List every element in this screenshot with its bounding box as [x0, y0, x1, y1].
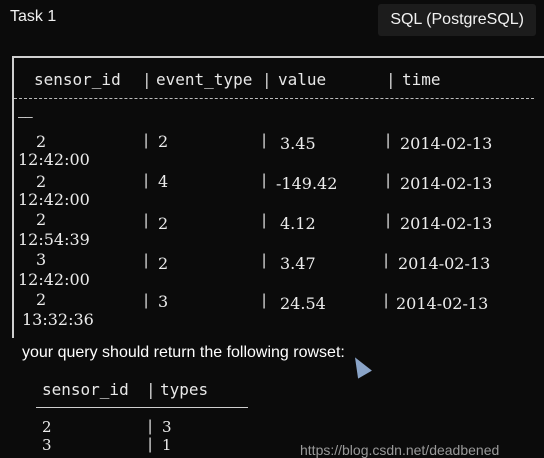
- cell-clock: 12:42:00: [18, 190, 90, 209]
- cell-date: 2014-02-13: [400, 174, 493, 193]
- cell-value: 3.47: [280, 254, 316, 273]
- col-header-time: time: [402, 70, 441, 89]
- col-separator: |: [148, 418, 153, 435]
- cell-clock: 12:42:00: [18, 150, 90, 169]
- result-col-header-types: types: [160, 380, 209, 399]
- header-divider-dashes: ——: [18, 110, 33, 125]
- result-cell-sensor-id: 3: [42, 436, 52, 454]
- instruction-text: your query should return the following r…: [22, 344, 345, 361]
- language-selector[interactable]: SQL (PostgreSQL): [378, 4, 536, 36]
- col-header-event-type: event_type: [156, 70, 253, 89]
- cell-event-type: 2: [158, 132, 169, 151]
- col-separator: |: [386, 132, 391, 149]
- col-separator: |: [262, 212, 267, 229]
- cell-date: 2014-02-13: [396, 294, 489, 313]
- cell-value: 3.45: [280, 134, 316, 153]
- cell-sensor-id: 2: [36, 172, 47, 191]
- cell-date: 2014-02-13: [400, 134, 493, 153]
- cell-event-type: 2: [158, 214, 169, 233]
- cell-sensor-id: 2: [36, 210, 47, 229]
- cell-event-type: 4: [158, 172, 169, 191]
- col-header-sensor-id: sensor_id: [34, 70, 121, 89]
- col-separator: |: [384, 292, 389, 309]
- mouse-cursor-icon: [348, 353, 372, 379]
- task-title: Task 1: [10, 8, 57, 25]
- cell-date: 2014-02-13: [400, 214, 493, 233]
- cell-sensor-id: 3: [36, 250, 47, 269]
- result-header-divider: [36, 407, 248, 408]
- col-separator: |: [144, 132, 149, 149]
- col-separator: |: [384, 252, 389, 269]
- result-col-header-sensor-id: sensor_id: [42, 380, 129, 399]
- col-separator: |: [262, 292, 267, 309]
- cell-sensor-id: 2: [36, 290, 47, 309]
- cell-clock: 12:54:39: [18, 230, 90, 249]
- col-separator: |: [386, 70, 396, 89]
- cell-date: 2014-02-13: [398, 254, 491, 273]
- result-cell-sensor-id: 2: [42, 418, 52, 436]
- col-separator: |: [142, 70, 152, 89]
- col-separator: |: [262, 132, 267, 149]
- col-separator: |: [144, 172, 149, 189]
- cell-value: 24.54: [280, 294, 326, 313]
- cell-event-type: 2: [158, 254, 169, 273]
- cell-event-type: 3: [158, 292, 169, 311]
- watermark-text: https://blog.csdn.net/deadbened: [300, 442, 500, 458]
- cell-clock: 13:32:36: [22, 310, 94, 329]
- cell-clock: 12:42:00: [18, 270, 90, 289]
- col-separator: |: [144, 212, 149, 229]
- col-separator: |: [262, 70, 272, 89]
- col-header-value: value: [278, 70, 327, 89]
- col-separator: |: [386, 212, 391, 229]
- col-separator: |: [148, 436, 153, 453]
- cell-value: -149.42: [276, 174, 338, 193]
- col-separator: |: [262, 252, 267, 269]
- col-separator: |: [386, 172, 391, 189]
- col-separator: |: [146, 380, 156, 399]
- cell-sensor-id: 2: [36, 132, 47, 151]
- col-separator: |: [144, 252, 149, 269]
- result-cell-types: 3: [162, 418, 172, 436]
- col-separator: |: [144, 292, 149, 309]
- col-separator: |: [262, 172, 267, 189]
- result-cell-types: 1: [162, 436, 172, 454]
- cell-value: 4.12: [280, 214, 316, 233]
- header-divider: [14, 98, 534, 99]
